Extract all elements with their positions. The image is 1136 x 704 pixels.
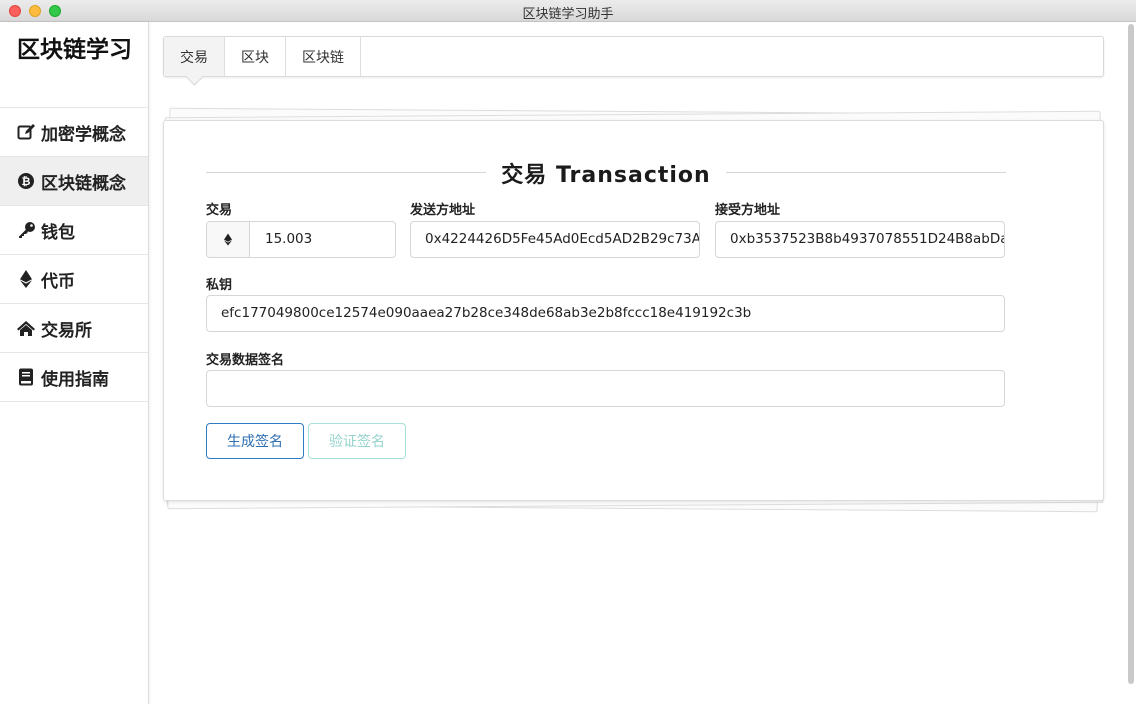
generate-signature-button[interactable]: 生成签名 — [206, 423, 304, 459]
window-titlebar: 区块链学习助手 — [0, 0, 1136, 22]
card-title: 交易 Transaction — [501, 163, 711, 188]
amount-field[interactable]: 15.003 — [206, 221, 396, 258]
sidebar-item-label: 区块链概念 — [41, 173, 126, 194]
sidebar-item-label: 加密学概念 — [41, 124, 126, 145]
bitcoin-icon: ₿ — [16, 171, 36, 191]
scrollbar[interactable] — [1126, 22, 1136, 684]
sidebar-item-tokens[interactable]: 代币 — [0, 255, 148, 304]
svg-text:₿: ₿ — [22, 175, 31, 188]
sidebar-item-guide[interactable]: 使用指南 — [0, 353, 148, 402]
private-key-label: 私钥 — [206, 278, 233, 293]
sidebar-item-label: 交易所 — [41, 320, 92, 341]
sidebar-item-crypto-concepts[interactable]: 加密学概念 — [0, 108, 148, 157]
ethereum-icon — [16, 269, 36, 289]
edit-icon — [16, 122, 36, 142]
transaction-card: 交易 Transaction 交易 15.003 发送方地址 0x4224426… — [163, 120, 1104, 501]
verify-signature-button[interactable]: 验证签名 — [308, 423, 406, 459]
sidebar-item-wallet[interactable]: 钱包 — [0, 206, 148, 255]
sidebar-item-label: 使用指南 — [41, 369, 109, 390]
sidebar-item-blockchain-concepts[interactable]: ₿ 区块链概念 — [0, 157, 148, 206]
home-icon — [16, 318, 36, 338]
window-title: 区块链学习助手 — [522, 7, 614, 22]
private-key-input[interactable]: efc177049800ce12574e090aaea27b28ce348de6… — [206, 295, 1005, 332]
divider — [726, 172, 1006, 173]
amount-label: 交易 — [206, 203, 233, 218]
signature-label: 交易数据签名 — [206, 353, 285, 368]
ethereum-icon — [207, 222, 250, 257]
amount-input[interactable]: 15.003 — [250, 222, 395, 257]
signature-input[interactable] — [206, 370, 1005, 407]
scrollbar-thumb[interactable] — [1128, 24, 1134, 684]
sidebar-item-exchange[interactable]: 交易所 — [0, 304, 148, 353]
sender-address-input[interactable]: 0x4224426D5Fe45Ad0Ecd5AD2B29c73A — [410, 221, 700, 258]
book-icon — [16, 367, 36, 387]
divider — [206, 172, 486, 173]
receiver-address-input[interactable]: 0xb3537523B8b4937078551D24B8abDa — [715, 221, 1005, 258]
app-brand: 区块链学习 — [0, 22, 148, 108]
tab-blockchain[interactable]: 区块链 — [286, 37, 361, 76]
key-icon — [16, 220, 36, 240]
sidebar-item-label: 钱包 — [41, 222, 75, 243]
tab-transaction[interactable]: 交易 — [164, 37, 225, 76]
sidebar-item-label: 代币 — [41, 271, 75, 292]
sender-address-label: 发送方地址 — [410, 203, 476, 218]
card-header: 交易 Transaction — [206, 157, 1006, 188]
tab-block[interactable]: 区块 — [225, 37, 286, 76]
receiver-address-label: 接受方地址 — [715, 203, 781, 218]
tab-bar: 交易 区块 区块链 — [163, 36, 1104, 77]
sidebar: 区块链学习 加密学概念 ₿ 区块链概念 钱包 代币 交易所 使用指南 — [0, 22, 149, 704]
